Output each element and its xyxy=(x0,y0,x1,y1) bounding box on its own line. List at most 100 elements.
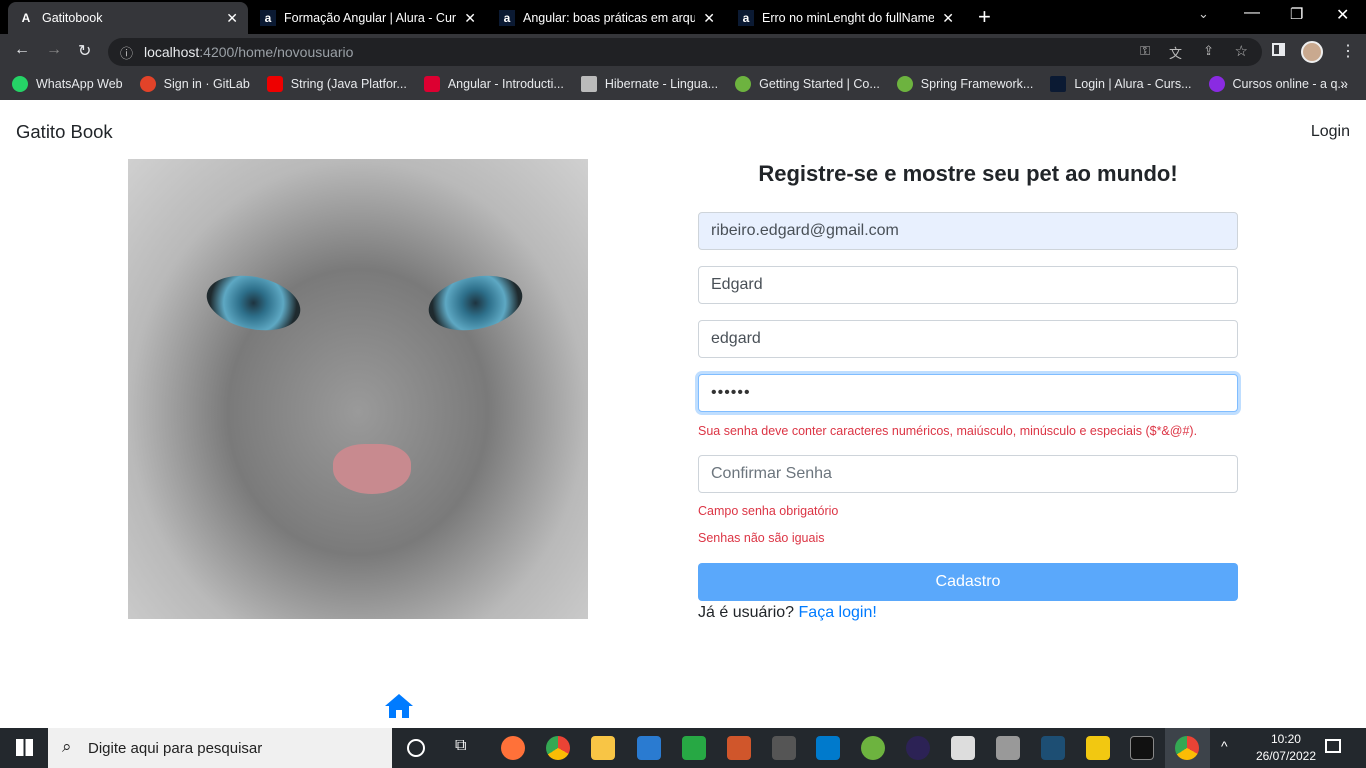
bookmark-label: Login | Alura - Curs... xyxy=(1074,77,1192,91)
side-panel-icon[interactable] xyxy=(1272,43,1285,56)
tab-title: Formação Angular | Alura - Curso xyxy=(284,11,457,25)
mysql-workbench-icon[interactable] xyxy=(1041,736,1065,760)
oracle-icon xyxy=(266,76,283,92)
email-field[interactable]: ribeiro.edgard@gmail.com xyxy=(698,212,1238,250)
bookmark-spring[interactable]: Spring Framework... xyxy=(896,76,1034,92)
impress-icon[interactable] xyxy=(727,736,751,760)
username-field[interactable]: edgard xyxy=(698,320,1238,358)
terminal-icon[interactable] xyxy=(1130,736,1154,760)
power-bi-icon[interactable] xyxy=(1086,736,1110,760)
profile-avatar[interactable] xyxy=(1301,41,1323,63)
tab-title: Angular: boas práticas em arquite xyxy=(523,11,696,25)
spring-icon xyxy=(735,76,752,92)
writer-icon[interactable] xyxy=(637,736,661,760)
password-value: •••••• xyxy=(711,384,751,401)
hand-app-icon[interactable] xyxy=(951,736,975,760)
tab-search-icon[interactable]: ⌄ xyxy=(1198,6,1209,22)
chrome-icon[interactable] xyxy=(546,736,570,760)
menu-icon[interactable]: ⋮ xyxy=(1340,41,1356,61)
bookmark-whatsapp[interactable]: WhatsApp Web xyxy=(12,76,123,92)
password-error: Sua senha deve conter caracteres numéric… xyxy=(698,424,1198,438)
login-nav-link[interactable]: Login xyxy=(1311,123,1350,141)
windows-start-icon[interactable] xyxy=(16,739,33,756)
calc-icon[interactable] xyxy=(682,736,706,760)
bookmark-hibernate[interactable]: Hibernate - Lingua... xyxy=(580,76,718,92)
spring-tool-icon[interactable] xyxy=(861,736,885,760)
bookmark-label: Angular - Introducti... xyxy=(447,77,564,91)
address-bar[interactable]: ⓘ localhost:4200/home/novousuario ⚿ 文 ⇪ … xyxy=(108,38,1262,66)
reload-icon[interactable]: ↻ xyxy=(78,41,91,61)
register-button[interactable]: Cadastro xyxy=(698,563,1238,601)
alura-icon: a xyxy=(260,10,276,26)
tab-erro-minlength[interactable]: a Erro no minLenght do fullName | ✕ xyxy=(728,2,964,34)
key-icon[interactable]: ⚿ xyxy=(1140,43,1150,59)
alura-icon xyxy=(1050,76,1067,92)
gitlab-icon xyxy=(139,76,156,92)
whatsapp-icon xyxy=(12,76,28,92)
cat-eye-left xyxy=(201,267,306,339)
back-icon[interactable]: ← xyxy=(14,41,30,59)
restore-button[interactable]: ❐ xyxy=(1290,5,1303,23)
new-tab-button[interactable]: + xyxy=(978,4,991,30)
share-icon[interactable]: ⇪ xyxy=(1203,43,1214,59)
close-tab-icon[interactable]: ✕ xyxy=(942,10,954,27)
bookmark-label: Spring Framework... xyxy=(920,77,1034,91)
close-tab-icon[interactable]: ✕ xyxy=(464,10,476,27)
url-host: localhost xyxy=(144,44,200,60)
tab-angular-boas-praticas[interactable]: a Angular: boas práticas em arquite ✕ xyxy=(489,2,725,34)
task-view-icon[interactable]: ⧉ xyxy=(455,737,466,755)
vscode-icon[interactable] xyxy=(816,736,840,760)
already-user-line: Já é usuário? Faça login! xyxy=(698,604,877,622)
more-bookmarks-icon[interactable]: » xyxy=(1340,75,1348,91)
full-name-field[interactable]: Edgard xyxy=(698,266,1238,304)
cortana-icon[interactable] xyxy=(407,739,425,757)
bookmark-getting-started[interactable]: Getting Started | Co... xyxy=(735,76,880,92)
hibernate-icon xyxy=(580,76,597,92)
bookmark-java-string[interactable]: String (Java Platfor... xyxy=(266,76,407,92)
confirm-mismatch-error: Senhas não são iguais xyxy=(698,531,825,545)
translate-icon[interactable]: 文 xyxy=(1169,43,1182,62)
tab-strip: A Gatitobook ✕ a Formação Angular | Alura -… xyxy=(0,0,1366,34)
database-icon[interactable] xyxy=(996,736,1020,760)
already-user-text: Já é usuário? xyxy=(698,604,795,621)
tray-chevron-icon[interactable]: ^ xyxy=(1221,738,1228,754)
firefox-icon[interactable] xyxy=(501,736,525,760)
home-icon[interactable] xyxy=(384,693,414,719)
spring-icon xyxy=(896,76,913,92)
angular-icon: A xyxy=(21,11,31,25)
search-icon: ⌕ xyxy=(62,737,72,756)
bookmark-label: WhatsApp Web xyxy=(36,77,123,91)
angular-icon xyxy=(423,76,440,92)
forward-icon[interactable]: → xyxy=(46,41,62,59)
file-explorer-icon[interactable] xyxy=(591,736,615,760)
password-field[interactable]: •••••• xyxy=(698,374,1238,412)
notifications-icon[interactable] xyxy=(1325,739,1341,753)
tab-formacao-angular[interactable]: a Formação Angular | Alura - Curso ✕ xyxy=(250,2,486,34)
confirm-required-error: Campo senha obrigatório xyxy=(698,504,839,518)
taskbar-search[interactable]: ⌕ Digite aqui para pesquisar xyxy=(48,728,392,768)
bookmark-star-icon[interactable]: ☆ xyxy=(1235,42,1248,60)
active-chrome-taskbar[interactable] xyxy=(1165,728,1210,768)
close-window-button[interactable]: ✕ xyxy=(1336,5,1349,25)
gimp-icon[interactable] xyxy=(772,736,796,760)
login-link[interactable]: Faça login! xyxy=(799,604,877,621)
close-tab-icon[interactable]: ✕ xyxy=(703,10,715,27)
bookmark-alura-login[interactable]: Login | Alura - Curs... xyxy=(1050,76,1192,92)
chrome-icon xyxy=(1175,736,1199,760)
confirm-password-field[interactable]: Confirmar Senha xyxy=(698,455,1238,493)
brand-logo[interactable]: Gatito Book xyxy=(16,121,113,143)
bookmark-gitlab[interactable]: Sign in · GitLab xyxy=(139,76,250,92)
tab-title: Gatitobook xyxy=(42,11,103,25)
tab-gatitobook[interactable]: A Gatitobook ✕ xyxy=(8,2,248,34)
cat-nose xyxy=(333,444,411,494)
bookmark-cursos-online[interactable]: Cursos online - a q... xyxy=(1208,76,1348,92)
bookmark-angular[interactable]: Angular - Introducti... xyxy=(423,76,564,92)
date: 26/07/2022 xyxy=(1255,749,1316,763)
minimize-button[interactable]: — xyxy=(1244,4,1260,22)
eclipse-icon[interactable] xyxy=(906,736,930,760)
search-placeholder: Digite aqui para pesquisar xyxy=(88,739,263,757)
clock[interactable]: 10:20 26/07/2022 xyxy=(1256,731,1316,765)
info-icon: ⓘ xyxy=(120,46,134,61)
close-tab-icon[interactable]: ✕ xyxy=(226,10,238,27)
time: 10:20 xyxy=(1270,732,1301,746)
